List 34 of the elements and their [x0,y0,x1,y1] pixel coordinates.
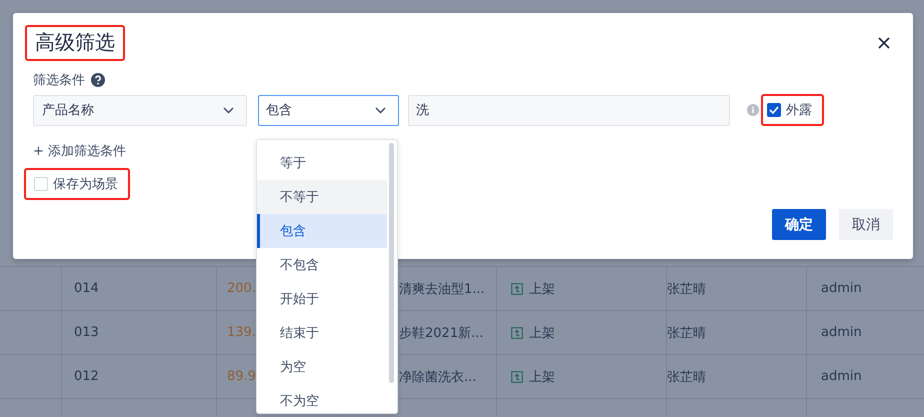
status-text: 上架 [529,368,555,386]
table-cell: 013 [62,311,217,354]
field-select[interactable]: 产品名称 [33,94,247,126]
checkbox[interactable]: 外露 [767,101,812,119]
close-icon[interactable] [878,37,890,49]
table-cell: 张芷晴 [667,267,807,310]
menu-item[interactable]: 等于 [257,146,387,180]
table-cell-text: admin [820,368,863,386]
table-cell: 014 [62,267,217,310]
shelf-icon [511,282,523,294]
table-cell-text: admin [820,324,863,342]
dialog-title: 高级筛选 [25,25,125,61]
shelf-icon [511,326,523,338]
table-cell: 012 [62,355,217,398]
status-text: 上架 [529,324,555,342]
checkmark-icon [769,106,779,114]
table-cell: 张芷晴 [667,355,807,398]
menu-item[interactable]: 不等于 [257,180,387,214]
help-icon[interactable] [91,73,105,87]
table-cell-text: admin [820,280,863,298]
checkbox[interactable]: 保存为场景 [34,175,118,193]
section-label: 筛选条件 [33,72,85,89]
add-condition-link[interactable]: + 添加筛选条件 [33,142,126,160]
scrollbar[interactable] [389,143,394,383]
chevron-icon [223,106,234,114]
cancel-button[interactable]: 取消 [839,209,893,240]
status-text: 上架 [529,280,555,298]
chevron-icon [375,106,386,114]
table-cell: 张芷晴 [667,311,807,354]
value-field[interactable]: 洗 [408,94,730,126]
confirm-button[interactable]: 确定 [772,209,826,240]
menu-item[interactable]: 包含 [257,214,387,248]
operator-select[interactable]: 包含 [258,94,399,126]
shelf-icon [511,370,523,382]
